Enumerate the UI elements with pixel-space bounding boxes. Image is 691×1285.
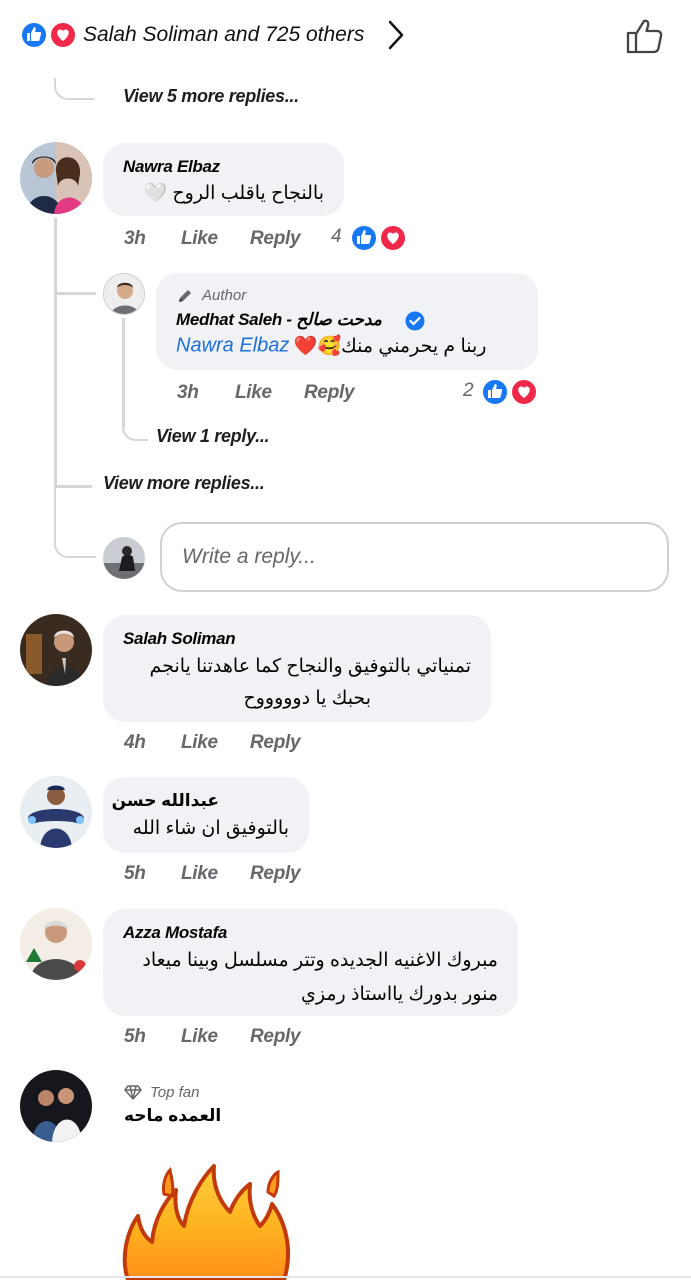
reply-button[interactable]: Reply	[250, 228, 301, 250]
bottom-divider	[0, 1276, 691, 1278]
reaction-count[interactable]: 4	[331, 226, 342, 248]
like-button[interactable]: Like	[181, 1026, 218, 1048]
comment-author[interactable]: العمده ماحه	[124, 1106, 222, 1126]
comment-time[interactable]: 3h	[124, 228, 146, 250]
avatar[interactable]	[20, 614, 92, 686]
comment-bubble[interactable]: Author Medhat Saleh - مدحت صالح Nawra El…	[156, 273, 538, 370]
comment-author[interactable]: Salah Soliman	[123, 629, 236, 649]
comment-author[interactable]: Azza Mostafa	[123, 923, 227, 943]
comment-bubble[interactable]: عبدالله حسن بالتوفيق ان شاء الله	[103, 777, 309, 853]
comment-text: بحبك يا دوووووح	[243, 688, 371, 709]
thread-line	[54, 78, 94, 100]
comment-reactions-icon[interactable]	[348, 223, 410, 258]
thumbs-up-outline-icon[interactable]	[624, 16, 666, 56]
thread-line	[54, 218, 57, 486]
chevron-right-icon[interactable]	[385, 18, 407, 52]
like-button[interactable]: Like	[235, 382, 272, 404]
reactions-summary[interactable]: Salah Soliman and 725 others	[83, 20, 364, 50]
current-user-avatar[interactable]	[103, 537, 145, 579]
reaction-count[interactable]: 2	[463, 380, 474, 402]
comment-text: ربنا م يحرمني منك🥰❤️	[293, 336, 487, 357]
comment-text: منور بدورك يااستاذ رمزي	[301, 984, 498, 1005]
reply-button[interactable]: Reply	[250, 1026, 301, 1048]
comment-time[interactable]: 3h	[177, 382, 199, 404]
view-1-reply-link[interactable]: View 1 reply...	[156, 426, 270, 447]
like-button[interactable]: Like	[181, 228, 218, 250]
thread-line	[54, 486, 96, 558]
comment-author[interactable]: عبدالله حسن	[112, 791, 220, 811]
like-button[interactable]: Like	[181, 732, 218, 754]
avatar[interactable]	[20, 142, 92, 214]
reply-button[interactable]: Reply	[304, 382, 355, 404]
comment-time[interactable]: 4h	[124, 732, 146, 754]
verified-badge-icon	[405, 311, 425, 336]
view-more-replies-link[interactable]: View more replies...	[103, 473, 265, 494]
fire-sticker[interactable]	[118, 1160, 294, 1282]
reply-input-placeholder: Write a reply...	[182, 545, 316, 568]
avatar[interactable]	[103, 273, 145, 315]
comment-author[interactable]: Nawra Elbaz	[123, 157, 220, 177]
reply-button[interactable]: Reply	[250, 863, 301, 885]
diamond-icon	[124, 1084, 142, 1105]
comment-time[interactable]: 5h	[124, 1026, 146, 1048]
thread-branch	[56, 292, 96, 295]
avatar[interactable]	[20, 908, 92, 980]
comment-text: بالتوفيق ان شاء الله	[132, 818, 289, 839]
avatar[interactable]	[20, 776, 92, 848]
comment-reactions-icon[interactable]	[479, 377, 541, 412]
thread-line	[122, 405, 148, 441]
comment-bubble[interactable]: Nawra Elbaz بالنجاح ياقلب الروح 🤍	[103, 143, 344, 216]
pencil-icon	[176, 287, 194, 310]
top-fan-badge: Top fan	[150, 1084, 200, 1101]
reply-input[interactable]: Write a reply...	[160, 522, 669, 592]
comment-author[interactable]: Medhat Saleh - مدحت صالح	[176, 310, 382, 330]
like-button[interactable]: Like	[181, 863, 218, 885]
comment-text: مبروك الاغنيه الجديده وتتر مسلسل وبينا م…	[142, 950, 498, 971]
author-badge: Author	[202, 287, 247, 304]
reply-button[interactable]: Reply	[250, 732, 301, 754]
header-reactions[interactable]	[18, 20, 80, 50]
comment-text: تمنياتي بالتوفيق والنجاح كما عاهدتنا يان…	[149, 656, 471, 677]
comment-bubble[interactable]: Salah Soliman تمنياتي بالتوفيق والنجاح ك…	[103, 615, 491, 722]
comment-bubble[interactable]: Azza Mostafa مبروك الاغنيه الجديده وتتر …	[103, 909, 518, 1016]
comment-time[interactable]: 5h	[124, 863, 146, 885]
comment-text-row: Nawra Elbaz ربنا م يحرمني منك🥰❤️	[176, 334, 486, 358]
mention-link[interactable]: Nawra Elbaz	[176, 335, 289, 357]
comment-text: بالنجاح ياقلب الروح 🤍	[143, 183, 324, 204]
avatar[interactable]	[20, 1070, 92, 1142]
view-5-more-replies-link[interactable]: View 5 more replies...	[123, 86, 299, 107]
